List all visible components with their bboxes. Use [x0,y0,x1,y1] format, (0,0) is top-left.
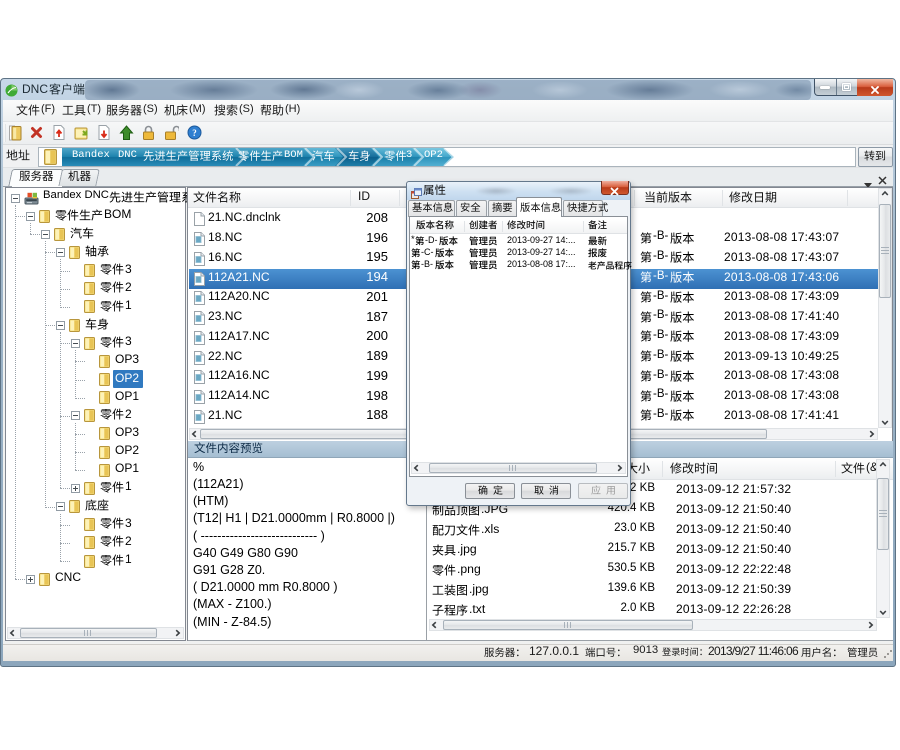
svg-text:?: ? [192,128,197,138]
